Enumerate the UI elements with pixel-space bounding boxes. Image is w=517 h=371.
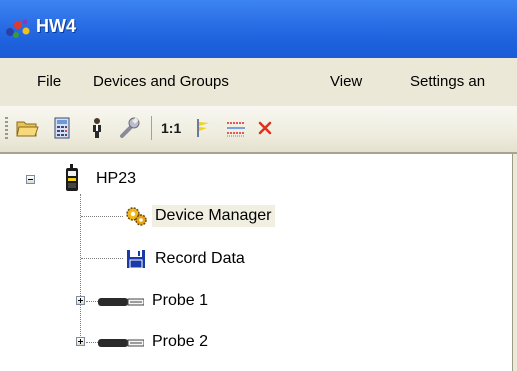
calculator-icon [54, 117, 70, 139]
menu-file[interactable]: File [37, 73, 61, 90]
person-icon [93, 118, 101, 138]
handheld-device-icon [66, 164, 78, 191]
device-tree[interactable]: HP23 Device Manager Record Data Probe 1 … [0, 154, 512, 371]
tree-node-probe-1[interactable]: Probe 1 [152, 292, 208, 310]
tree-connector [81, 258, 123, 259]
tree-node-record-data[interactable]: Record Data [155, 250, 245, 268]
menu-devices-and-groups[interactable]: Devices and Groups [93, 73, 229, 90]
tree-expand-toggle-probe-1[interactable] [76, 296, 85, 305]
toolbar-separator [151, 116, 152, 140]
wrench-button[interactable] [118, 116, 142, 140]
probe-icon [98, 339, 144, 347]
tree-connector [86, 301, 98, 302]
floppy-disk-icon [127, 250, 145, 269]
toolbar: 1:1 [0, 106, 517, 152]
tree-connector [81, 216, 123, 217]
open-folder-icon [16, 121, 39, 137]
tree-node-probe-2[interactable]: Probe 2 [152, 333, 208, 351]
hatched-lines-button[interactable] [224, 116, 248, 140]
toolbar-grip[interactable] [5, 117, 8, 139]
person-button[interactable] [85, 116, 109, 140]
flag-icon [197, 119, 209, 137]
wrench-icon [120, 117, 140, 138]
delete-x-icon [258, 121, 272, 135]
delete-button[interactable] [253, 116, 277, 140]
open-folder-button[interactable] [15, 116, 39, 140]
gears-icon [126, 207, 147, 226]
title-bar[interactable]: HW4 [0, 0, 517, 58]
calculator-button[interactable] [50, 116, 74, 140]
tree-node-hp23[interactable]: HP23 [96, 170, 136, 188]
tree-collapse-toggle[interactable] [26, 175, 35, 184]
hatched-lines-icon [227, 122, 245, 137]
menu-settings[interactable]: Settings an [410, 73, 485, 90]
window-title: HW4 [36, 16, 76, 36]
menu-view[interactable]: View [330, 73, 362, 90]
app-icon [6, 19, 30, 38]
panel-splitter[interactable] [512, 154, 517, 371]
tree-node-device-manager[interactable]: Device Manager [152, 205, 275, 227]
actual-size-button[interactable]: 1:1 [161, 120, 181, 136]
tree-expand-toggle-probe-2[interactable] [76, 337, 85, 346]
tree-connector [86, 342, 98, 343]
flag-button[interactable] [192, 116, 216, 140]
menu-bar: File Devices and Groups View Settings an [0, 58, 517, 106]
probe-icon [98, 298, 144, 306]
